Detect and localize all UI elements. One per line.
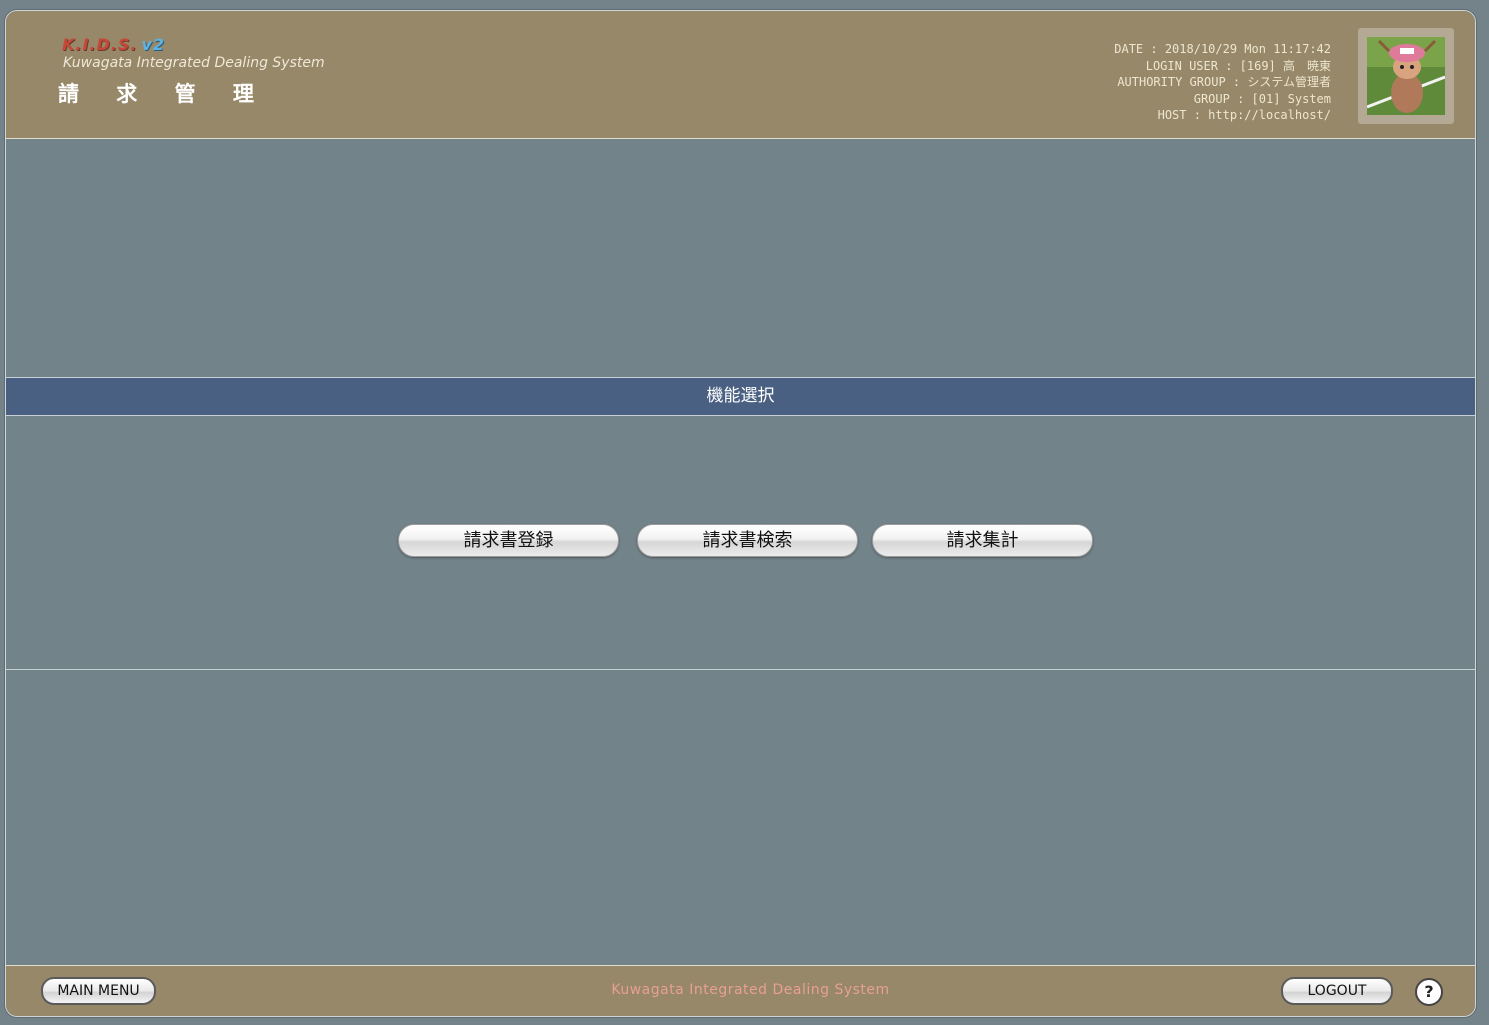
session-info: DATE : 2018/10/29 Mon 11:17:42 LOGIN USE… (1114, 41, 1331, 124)
logo-subtitle: Kuwagata Integrated Dealing System (63, 55, 325, 71)
authority-group-text: AUTHORITY GROUP : システム管理者 (1117, 75, 1331, 90)
footer-system-name: Kuwagata Integrated Dealing System (611, 982, 890, 998)
content-divider (6, 669, 1475, 670)
invoice-search-button[interactable]: 請求書検索 (637, 524, 858, 557)
login-user-text: LOGIN USER : [169] 高 暁東 (1145, 58, 1331, 73)
footer: MAIN MENU Kuwagata Integrated Dealing Sy… (6, 965, 1475, 1016)
logout-button[interactable]: LOGOUT (1281, 977, 1393, 1005)
host-text: HOST : http://localhost/ (1157, 108, 1331, 123)
invoice-register-button[interactable]: 請求書登録 (398, 524, 619, 557)
kids-logo: K.I.D.S. v2 (62, 35, 166, 54)
date-text: DATE : 2018/10/29 Mon 11:17:42 (1114, 42, 1331, 56)
help-icon[interactable]: ? (1415, 978, 1443, 1006)
header: K.I.D.S. v2 Kuwagata Integrated Dealing S… (6, 11, 1475, 139)
invoice-aggregate-button[interactable]: 請求集計 (872, 524, 1093, 557)
avatar (1358, 28, 1454, 124)
group-text: GROUP : [01] System (1193, 91, 1331, 106)
section-title: 機能選択 (706, 386, 775, 406)
app-window: K.I.D.S. v2 Kuwagata Integrated Dealing S… (5, 10, 1476, 1017)
page-title: 請 求 管 理 (58, 82, 269, 106)
section-title-bar: 機能選択 (6, 377, 1475, 416)
avatar-image (1367, 37, 1445, 115)
